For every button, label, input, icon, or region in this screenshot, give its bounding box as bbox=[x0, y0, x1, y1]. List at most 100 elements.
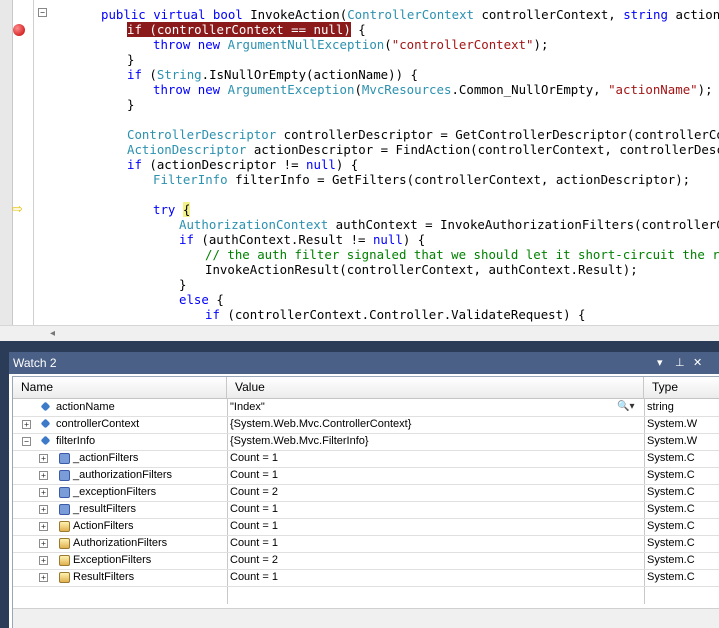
code-line[interactable]: throw new ArgumentNullException("control… bbox=[153, 37, 548, 52]
watch-value-cell[interactable]: Count = 1 bbox=[227, 518, 278, 534]
watch-name-cell[interactable]: AuthorizationFilters bbox=[73, 535, 167, 551]
watch-value-cell[interactable]: Count = 1 bbox=[227, 450, 278, 466]
code-line[interactable]: ControllerDescriptor controllerDescripto… bbox=[127, 127, 719, 142]
watch-value-cell[interactable]: Count = 2 bbox=[227, 484, 278, 500]
watch-row[interactable]: actionName "Index" string bbox=[13, 399, 719, 417]
watch-value-cell[interactable]: {System.Web.Mvc.FilterInfo} bbox=[227, 433, 369, 449]
code-token: if bbox=[127, 157, 150, 172]
collapse-region-icon[interactable]: − bbox=[38, 8, 47, 17]
window-position-dropdown-icon[interactable]: ▾ bbox=[657, 352, 663, 374]
column-header-name[interactable]: Name bbox=[13, 377, 227, 398]
private-field-icon bbox=[59, 453, 70, 464]
watch-row[interactable]: + _authorizationFilters Count = 1 System.C bbox=[13, 467, 719, 485]
watch-grid[interactable]: Name Value Type actionName "Index" string +… bbox=[12, 376, 719, 628]
expand-icon[interactable]: + bbox=[39, 556, 48, 565]
expand-icon[interactable]: + bbox=[22, 420, 31, 429]
code-line[interactable]: // the auth filter signaled that we shou… bbox=[205, 247, 719, 262]
watch-name-cell[interactable]: _authorizationFilters bbox=[73, 467, 172, 483]
grid-horizontal-scrollbar[interactable] bbox=[13, 608, 719, 628]
watch-name-cell[interactable]: _resultFilters bbox=[73, 501, 136, 517]
watch-row[interactable]: + ResultFilters Count = 1 System.C bbox=[13, 569, 719, 587]
collapse-icon[interactable]: − bbox=[22, 437, 31, 446]
watch-row[interactable]: + _exceptionFilters Count = 2 System.C bbox=[13, 484, 719, 502]
code-line[interactable]: InvokeActionResult(controllerContext, au… bbox=[205, 262, 638, 277]
code-line[interactable]: } bbox=[127, 97, 134, 112]
breakpoint-icon[interactable] bbox=[13, 24, 25, 36]
watch-row[interactable]: + _resultFilters Count = 1 System.C bbox=[13, 501, 719, 519]
variable-icon bbox=[40, 418, 51, 429]
watch-name-cell[interactable]: ActionFilters bbox=[73, 518, 134, 534]
expand-icon[interactable]: + bbox=[39, 505, 48, 514]
watch-name-cell[interactable]: actionName bbox=[56, 399, 115, 415]
code-line[interactable]: throw new ArgumentException(MvcResources… bbox=[153, 82, 713, 97]
code-editor[interactable]: ⇨ − public virtual bool InvokeAction(Con… bbox=[0, 0, 719, 341]
code-line[interactable]: public virtual bool InvokeAction(Control… bbox=[101, 7, 719, 22]
watch-type-cell[interactable]: System.W bbox=[644, 433, 719, 449]
watch-value-cell[interactable]: "Index" bbox=[227, 399, 265, 415]
watch-row[interactable]: − filterInfo {System.Web.Mvc.FilterInfo} Sy… bbox=[13, 433, 719, 451]
watch-value-cell[interactable]: Count = 1 bbox=[227, 467, 278, 483]
close-icon[interactable]: ✕ bbox=[693, 352, 702, 374]
watch-type-cell[interactable]: System.C bbox=[644, 535, 719, 551]
watch-row[interactable]: + _actionFilters Count = 1 System.C bbox=[13, 450, 719, 468]
code-token: String bbox=[156, 67, 202, 82]
watch-name-cell[interactable]: controllerContext bbox=[56, 416, 139, 432]
watch-type-cell[interactable]: System.C bbox=[644, 450, 719, 466]
expand-icon[interactable]: + bbox=[39, 573, 48, 582]
column-header-type[interactable]: Type bbox=[644, 377, 719, 398]
watch-title-bar[interactable]: Watch 2 ▾ ⊥ ✕ bbox=[9, 352, 719, 374]
expand-icon[interactable]: + bbox=[39, 454, 48, 463]
watch-name-cell[interactable]: _actionFilters bbox=[73, 450, 138, 466]
expand-icon[interactable]: + bbox=[39, 488, 48, 497]
watch-name-cell[interactable]: filterInfo bbox=[56, 433, 95, 449]
watch-type-cell[interactable]: System.W bbox=[644, 416, 719, 432]
code-line[interactable]: if (actionDescriptor != null) { bbox=[127, 157, 358, 172]
code-token: ); bbox=[533, 37, 549, 52]
code-line[interactable]: ActionDescriptor actionDescriptor = Find… bbox=[127, 142, 719, 157]
watch-type-cell[interactable]: string bbox=[644, 399, 719, 415]
code-line[interactable]: try { bbox=[153, 202, 191, 217]
watch-value-cell[interactable]: Count = 1 bbox=[227, 535, 278, 551]
editor-horizontal-scrollbar[interactable]: ◂ bbox=[0, 325, 719, 341]
watch-value-cell[interactable]: Count = 2 bbox=[227, 552, 278, 568]
code-line[interactable]: if (String.IsNullOrEmpty(actionName)) { bbox=[127, 67, 418, 82]
watch-row[interactable]: + controllerContext {System.Web.Mvc.Contro… bbox=[13, 416, 719, 434]
watch-value-cell[interactable]: {System.Web.Mvc.ControllerContext} bbox=[227, 416, 411, 432]
watch-row[interactable]: + AuthorizationFilters Count = 1 System.C bbox=[13, 535, 719, 553]
watch-type-cell[interactable]: System.C bbox=[644, 501, 719, 517]
watch-type-cell[interactable]: System.C bbox=[644, 569, 719, 585]
code-token: "controllerContext" bbox=[391, 37, 534, 52]
column-header-value[interactable]: Value bbox=[227, 377, 644, 398]
watch-type-cell[interactable]: System.C bbox=[644, 518, 719, 534]
code-line[interactable]: FilterInfo filterInfo = GetFilters(contr… bbox=[153, 172, 690, 187]
code-line[interactable]: } bbox=[127, 52, 134, 67]
watch-type-cell[interactable]: System.C bbox=[644, 552, 719, 568]
code-token: // the auth filter signaled that we shou… bbox=[205, 247, 719, 262]
watch-row[interactable]: + ActionFilters Count = 1 System.C bbox=[13, 518, 719, 536]
code-line[interactable]: AuthorizationContext authContext = Invok… bbox=[179, 217, 719, 232]
watch-name-cell[interactable]: _exceptionFilters bbox=[73, 484, 156, 500]
expand-icon[interactable]: + bbox=[39, 522, 48, 531]
code-token: ControllerDescriptor bbox=[127, 127, 277, 142]
expand-icon[interactable]: + bbox=[39, 471, 48, 480]
code-line[interactable]: } bbox=[179, 277, 186, 292]
text-visualizer-search-icon[interactable]: 🔍▾ bbox=[617, 399, 634, 415]
scroll-left-arrow-icon[interactable]: ◂ bbox=[50, 327, 55, 341]
code-line[interactable]: if (authContext.Result != null) { bbox=[179, 232, 425, 247]
auto-hide-pin-icon[interactable]: ⊥ bbox=[675, 352, 685, 374]
watch-value-cell[interactable]: Count = 1 bbox=[227, 501, 278, 517]
code-token: { bbox=[350, 22, 366, 37]
indicator-margin[interactable] bbox=[0, 0, 13, 341]
watch-name-cell[interactable]: ResultFilters bbox=[73, 569, 134, 585]
watch-type-cell[interactable]: System.C bbox=[644, 467, 719, 483]
code-line[interactable]: if (controllerContext == null) { bbox=[127, 22, 366, 37]
watch-name-cell[interactable]: ExceptionFilters bbox=[73, 552, 151, 568]
expand-icon[interactable]: + bbox=[39, 539, 48, 548]
watch-row[interactable]: + ExceptionFilters Count = 2 System.C bbox=[13, 552, 719, 570]
breakpoint-highlight: if (controllerContext == null) bbox=[127, 22, 351, 37]
code-token: try bbox=[153, 202, 183, 217]
code-line[interactable]: else { bbox=[179, 292, 224, 307]
watch-type-cell[interactable]: System.C bbox=[644, 484, 719, 500]
code-line[interactable]: if (controllerContext.Controller.Validat… bbox=[205, 307, 585, 322]
watch-value-cell[interactable]: Count = 1 bbox=[227, 569, 278, 585]
